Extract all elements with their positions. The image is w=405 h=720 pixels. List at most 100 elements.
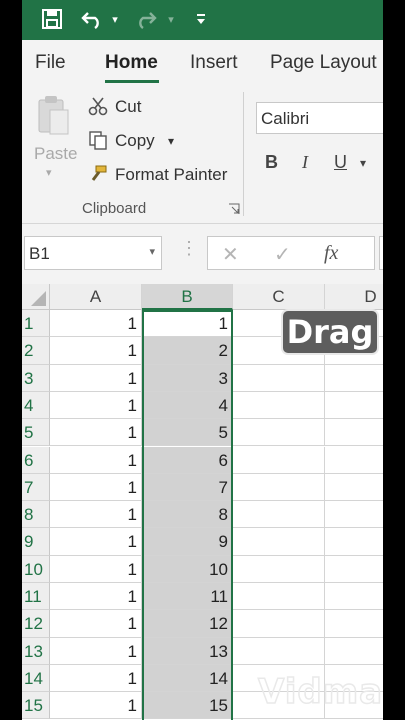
- column-header-a[interactable]: A: [50, 284, 142, 310]
- cell-d[interactable]: [325, 501, 383, 529]
- cell-d[interactable]: [325, 528, 383, 556]
- row-header[interactable]: 14: [22, 664, 50, 693]
- italic-button[interactable]: I: [302, 152, 308, 173]
- cell-c[interactable]: [233, 555, 325, 583]
- row-header[interactable]: 13: [22, 637, 50, 665]
- cell-a[interactable]: 1: [50, 364, 142, 392]
- cell-a[interactable]: 1: [50, 528, 142, 556]
- tab-page-layout[interactable]: Page Layout: [270, 52, 377, 74]
- row-header[interactable]: 11: [22, 583, 50, 611]
- cell-c[interactable]: [233, 610, 325, 638]
- cell-d[interactable]: [325, 638, 383, 665]
- cell-d[interactable]: [325, 447, 383, 474]
- redo-dropdown-icon[interactable]: ▾: [164, 6, 178, 32]
- cell-a[interactable]: 1: [50, 446, 142, 474]
- row-header[interactable]: 8: [22, 501, 50, 529]
- cell-b[interactable]: 1: [142, 310, 233, 338]
- cell-d[interactable]: [325, 610, 383, 638]
- cell-b[interactable]: 5: [142, 419, 233, 447]
- customize-qat-icon[interactable]: [194, 6, 208, 32]
- tab-insert[interactable]: Insert: [190, 52, 238, 74]
- row-header[interactable]: 12: [22, 610, 50, 638]
- cell-d[interactable]: [325, 474, 383, 502]
- cell-a[interactable]: 1: [50, 555, 142, 583]
- cancel-icon[interactable]: ✕: [222, 242, 239, 267]
- formula-input[interactable]: [379, 236, 383, 270]
- column-header-d[interactable]: D: [325, 284, 383, 310]
- font-name-input[interactable]: Calibri: [256, 102, 383, 134]
- cell-b[interactable]: 4: [142, 391, 233, 420]
- cell-a[interactable]: 1: [50, 637, 142, 665]
- cell-d[interactable]: [325, 365, 383, 392]
- tab-home[interactable]: Home: [105, 52, 158, 74]
- enter-icon[interactable]: ✓: [274, 242, 291, 267]
- dialog-launcher-icon[interactable]: [228, 202, 240, 220]
- paste-button[interactable]: Paste: [34, 144, 77, 164]
- underline-dropdown-icon[interactable]: ▾: [360, 156, 366, 170]
- cell-b[interactable]: 6: [142, 446, 233, 474]
- row-header[interactable]: 1: [22, 310, 50, 338]
- name-box-dropdown-icon[interactable]: ▾: [149, 245, 155, 258]
- cell-c[interactable]: [233, 501, 325, 529]
- cell-d[interactable]: [325, 556, 383, 583]
- row-header[interactable]: 7: [22, 473, 50, 502]
- row-header[interactable]: 15: [22, 692, 50, 720]
- select-all-button[interactable]: [22, 284, 50, 310]
- row-header[interactable]: 9: [22, 528, 50, 556]
- underline-button[interactable]: U: [334, 152, 347, 173]
- row-header[interactable]: 10: [22, 555, 50, 583]
- bold-button[interactable]: B: [265, 152, 278, 173]
- cell-a[interactable]: 1: [50, 473, 142, 502]
- name-box[interactable]: B1 ▾: [24, 236, 162, 270]
- cell-c[interactable]: [233, 473, 325, 502]
- cell-c[interactable]: [233, 637, 325, 665]
- tab-file[interactable]: File: [35, 52, 66, 74]
- cell-b[interactable]: 3: [142, 364, 233, 392]
- cell-b[interactable]: 9: [142, 528, 233, 556]
- cell-b[interactable]: 13: [142, 637, 233, 665]
- cell-b[interactable]: 10: [142, 555, 233, 583]
- copy-dropdown-icon[interactable]: ▾: [168, 134, 174, 148]
- cell-b[interactable]: 7: [142, 473, 233, 502]
- paste-dropdown-icon[interactable]: ▾: [46, 166, 52, 179]
- row-header[interactable]: 6: [22, 446, 50, 474]
- paste-icon[interactable]: [36, 94, 70, 138]
- cell-b[interactable]: 15: [142, 692, 233, 720]
- format-painter-button[interactable]: Format Painter: [115, 165, 227, 185]
- undo-dropdown-icon[interactable]: ▾: [108, 6, 122, 32]
- cell-c[interactable]: [233, 391, 325, 420]
- row-header[interactable]: 5: [22, 419, 50, 447]
- save-icon[interactable]: [40, 6, 64, 32]
- cell-d[interactable]: [325, 392, 383, 420]
- cell-b[interactable]: 11: [142, 583, 233, 611]
- cell-b[interactable]: 12: [142, 610, 233, 638]
- cell-c[interactable]: [233, 583, 325, 611]
- cell-a[interactable]: 1: [50, 310, 142, 338]
- cell-a[interactable]: 1: [50, 583, 142, 611]
- row-header[interactable]: 2: [22, 337, 50, 365]
- cell-a[interactable]: 1: [50, 692, 142, 720]
- cell-a[interactable]: 1: [50, 664, 142, 693]
- cut-button[interactable]: Cut: [115, 97, 141, 117]
- cell-b[interactable]: 2: [142, 337, 233, 365]
- cell-c[interactable]: [233, 419, 325, 447]
- cell-b[interactable]: 14: [142, 664, 233, 693]
- cell-d[interactable]: [325, 583, 383, 611]
- cell-a[interactable]: 1: [50, 419, 142, 447]
- cell-a[interactable]: 1: [50, 501, 142, 529]
- cell-a[interactable]: 1: [50, 610, 142, 638]
- cell-c[interactable]: [233, 528, 325, 556]
- column-header-b[interactable]: B: [142, 284, 233, 310]
- insert-function-button[interactable]: fx: [324, 242, 338, 265]
- cell-c[interactable]: [233, 446, 325, 474]
- row-header[interactable]: 3: [22, 364, 50, 392]
- cell-d[interactable]: [325, 419, 383, 447]
- column-header-c[interactable]: C: [233, 284, 325, 310]
- cell-a[interactable]: 1: [50, 337, 142, 365]
- cell-c[interactable]: [233, 364, 325, 392]
- row-header[interactable]: 4: [22, 391, 50, 420]
- copy-button[interactable]: Copy: [115, 131, 155, 151]
- cell-b[interactable]: 8: [142, 501, 233, 529]
- undo-icon[interactable]: [80, 6, 104, 32]
- redo-icon[interactable]: [134, 6, 158, 32]
